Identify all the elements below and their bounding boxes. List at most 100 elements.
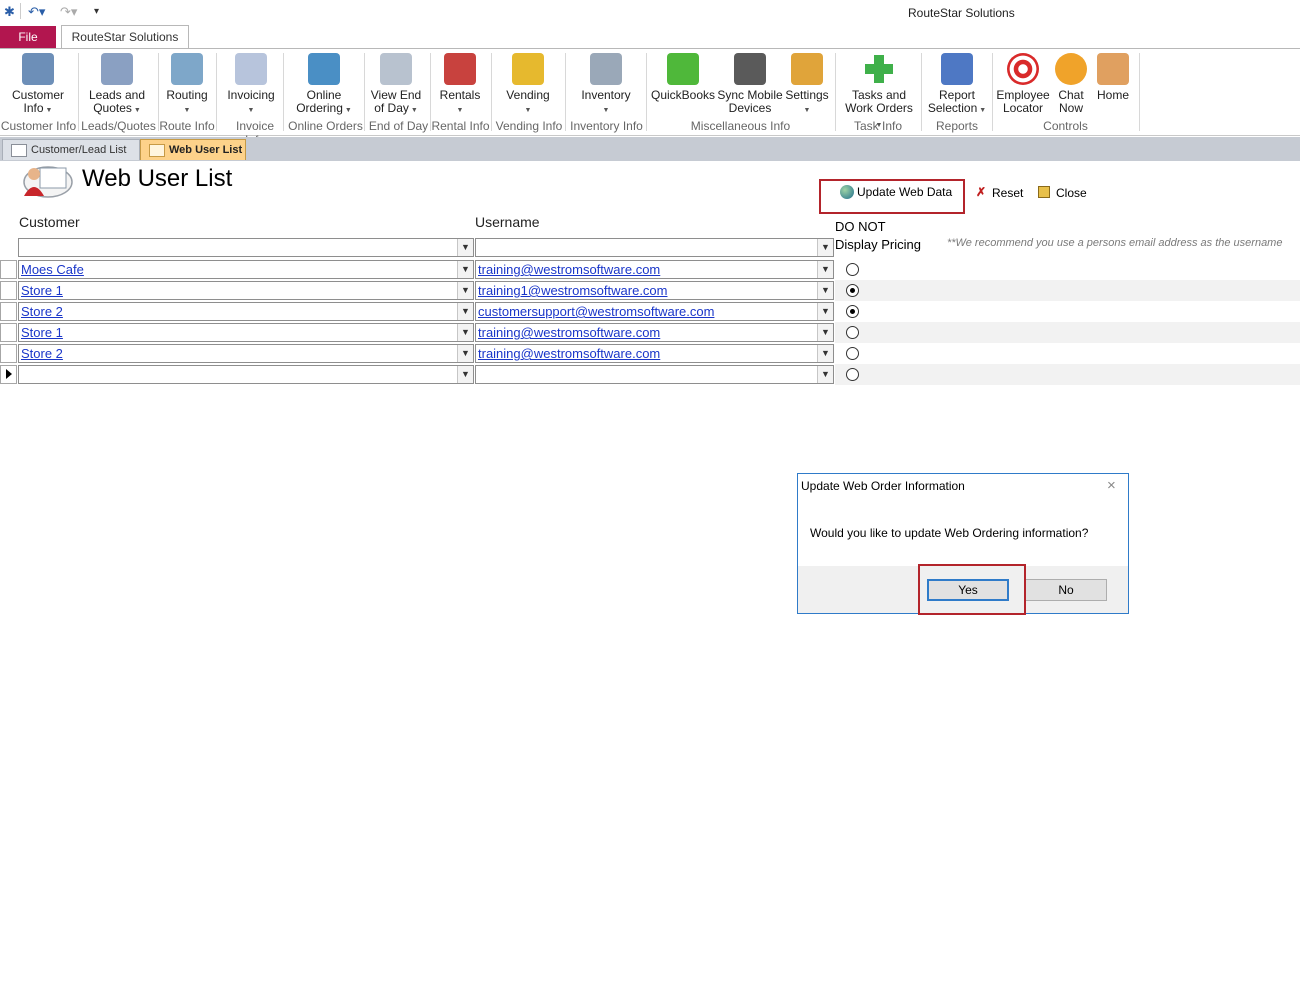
customer-combo[interactable]: Store 2 ▼ [18, 344, 474, 363]
record-selector[interactable] [0, 344, 17, 363]
username-combo[interactable]: training@westromsoftware.com ▼ [475, 260, 834, 279]
ribbon-group-label: Online Orders [288, 119, 363, 133]
record-selector[interactable] [0, 323, 17, 342]
do-not-display-pricing-radio[interactable] [846, 305, 859, 318]
customer-combo[interactable]: Store 2 ▼ [18, 302, 474, 321]
ribbon-label: Selection ▼ [927, 101, 987, 115]
inventory-button[interactable]: Inventory ▼ [568, 53, 644, 117]
do-not-display-pricing-radio[interactable] [846, 347, 859, 360]
chevron-down-icon[interactable]: ▼ [457, 345, 473, 362]
home-icon [1097, 53, 1129, 85]
chevron-down-icon[interactable]: ▼ [457, 303, 473, 320]
ribbon-label: ▼ [490, 102, 566, 117]
dropdown-arrow-icon: ▼ [131, 107, 141, 114]
chevron-down-icon[interactable]: ▼ [457, 239, 473, 256]
username-link[interactable]: customersupport@westromsoftware.com [478, 304, 714, 319]
ribbon-group-label: Miscellaneous Info [690, 119, 791, 133]
undo-icon[interactable]: ↶▾ [28, 4, 45, 20]
ribbon-label: Rentals [439, 88, 481, 102]
divider [20, 3, 21, 19]
username-combo[interactable]: training@westromsoftware.com ▼ [475, 344, 834, 363]
username-filter-combo[interactable]: ▼ [475, 238, 834, 257]
username-link[interactable]: training@westromsoftware.com [478, 325, 660, 340]
record-selector[interactable] [0, 365, 17, 384]
chevron-down-icon[interactable]: ▼ [457, 282, 473, 299]
chevron-down-icon[interactable]: ▼ [457, 366, 473, 383]
reset-icon: ✗ [976, 185, 987, 199]
ribbon-group-label: Controls [1043, 119, 1088, 133]
do-not-display-pricing-radio[interactable] [846, 368, 859, 381]
file-tab[interactable]: File [0, 26, 56, 48]
customer-info-icon [22, 53, 54, 85]
dropdown-arrow-icon: ▼ [43, 107, 53, 114]
reset-button[interactable]: Reset [992, 186, 1023, 200]
routing-icon [171, 53, 203, 85]
inventory-icon [590, 53, 622, 85]
username-combo[interactable]: training@westromsoftware.com ▼ [475, 323, 834, 342]
username-combo[interactable]: customersupport@westromsoftware.com ▼ [475, 302, 834, 321]
chevron-down-icon[interactable]: ▼ [817, 261, 833, 278]
username-combo[interactable]: training1@westromsoftware.com ▼ [475, 281, 834, 300]
ribbon-group-separator [491, 53, 492, 131]
ribbon-group-separator [283, 53, 284, 131]
record-selector[interactable] [0, 302, 17, 321]
pricing-header-line2: Display Pricing [835, 237, 921, 252]
chevron-down-icon[interactable]: ▼ [457, 324, 473, 341]
customize-toolbar-icon[interactable]: ▾ [94, 6, 99, 17]
ribbon-label: Vending [506, 88, 550, 102]
invoicing-button[interactable]: Invoicing ▼ [213, 53, 289, 117]
username-link[interactable]: training@westromsoftware.com [478, 346, 660, 361]
settings-button[interactable]: Settings ▼ [769, 53, 845, 117]
close-icon[interactable]: × [1107, 477, 1116, 494]
chevron-down-icon[interactable]: ▼ [817, 282, 833, 299]
dropdown-arrow-icon: ▼ [602, 107, 610, 114]
do-not-display-pricing-radio[interactable] [846, 263, 859, 276]
do-not-display-pricing-radio[interactable] [846, 284, 859, 297]
chevron-down-icon[interactable]: ▼ [817, 303, 833, 320]
close-button[interactable]: Close [1056, 186, 1087, 200]
username-link[interactable]: training@westromsoftware.com [478, 262, 660, 277]
tab-customer-lead-list[interactable]: Customer/Lead List [2, 139, 140, 160]
redo-icon[interactable]: ↷▾ [60, 4, 77, 20]
chevron-down-icon[interactable]: ▼ [817, 366, 833, 383]
page-title: Web User List [82, 165, 233, 192]
record-selector[interactable] [0, 260, 17, 279]
chevron-down-icon[interactable]: ▼ [817, 324, 833, 341]
online-ordering-button[interactable]: Online Ordering ▼ [286, 53, 362, 117]
no-button[interactable]: No [1025, 579, 1107, 601]
customer-link[interactable]: Moes Cafe [21, 262, 84, 277]
report-selection-button[interactable]: Report Selection ▼ [919, 53, 995, 117]
chevron-down-icon[interactable]: ▼ [817, 345, 833, 362]
rentals-button[interactable]: Rentals ▼ [422, 53, 498, 117]
leads-and-quotes-button[interactable]: Leads and Quotes ▼ [79, 53, 155, 117]
highlight-box [918, 564, 1026, 615]
close-door-icon [1038, 186, 1050, 198]
customer-combo[interactable]: Store 1 ▼ [18, 281, 474, 300]
leads-and-quotes-icon [101, 53, 133, 85]
username-combo[interactable]: ▼ [475, 365, 834, 384]
record-selector[interactable] [0, 281, 17, 300]
customer-link[interactable]: Store 1 [21, 325, 63, 340]
ribbon-label: ▼ [769, 102, 845, 117]
customer-link[interactable]: Store 2 [21, 304, 63, 319]
ribbon-label: Info ▼ [23, 101, 53, 115]
tab-routestar-solutions[interactable]: RouteStar Solutions [61, 25, 189, 50]
customer-combo[interactable]: ▼ [18, 365, 474, 384]
customer-combo[interactable]: Store 1 ▼ [18, 323, 474, 342]
dropdown-arrow-icon: ▼ [456, 107, 464, 114]
username-link[interactable]: training1@westromsoftware.com [478, 283, 667, 298]
customer-combo[interactable]: Moes Cafe ▼ [18, 260, 474, 279]
title-bar: ✱ ↶▾ ↷▾ ▾ RouteStar Solutions [0, 0, 1300, 24]
chevron-down-icon[interactable]: ▼ [457, 261, 473, 278]
do-not-display-pricing-radio[interactable] [846, 326, 859, 339]
chevron-down-icon[interactable]: ▼ [817, 239, 833, 256]
customer-info-button[interactable]: Customer Info ▼ [0, 53, 76, 117]
dialog-message: Would you like to update Web Ordering in… [810, 526, 1089, 540]
customer-link[interactable]: Store 1 [21, 283, 63, 298]
vending-button[interactable]: Vending ▼ [490, 53, 566, 117]
customer-link[interactable]: Store 2 [21, 346, 63, 361]
customer-filter-combo[interactable]: ▼ [18, 238, 474, 257]
quickbooks-button[interactable]: QuickBooks [645, 53, 721, 102]
access-logo-icon: ✱ [4, 4, 15, 19]
tab-web-user-list[interactable]: Web User List [140, 139, 246, 160]
